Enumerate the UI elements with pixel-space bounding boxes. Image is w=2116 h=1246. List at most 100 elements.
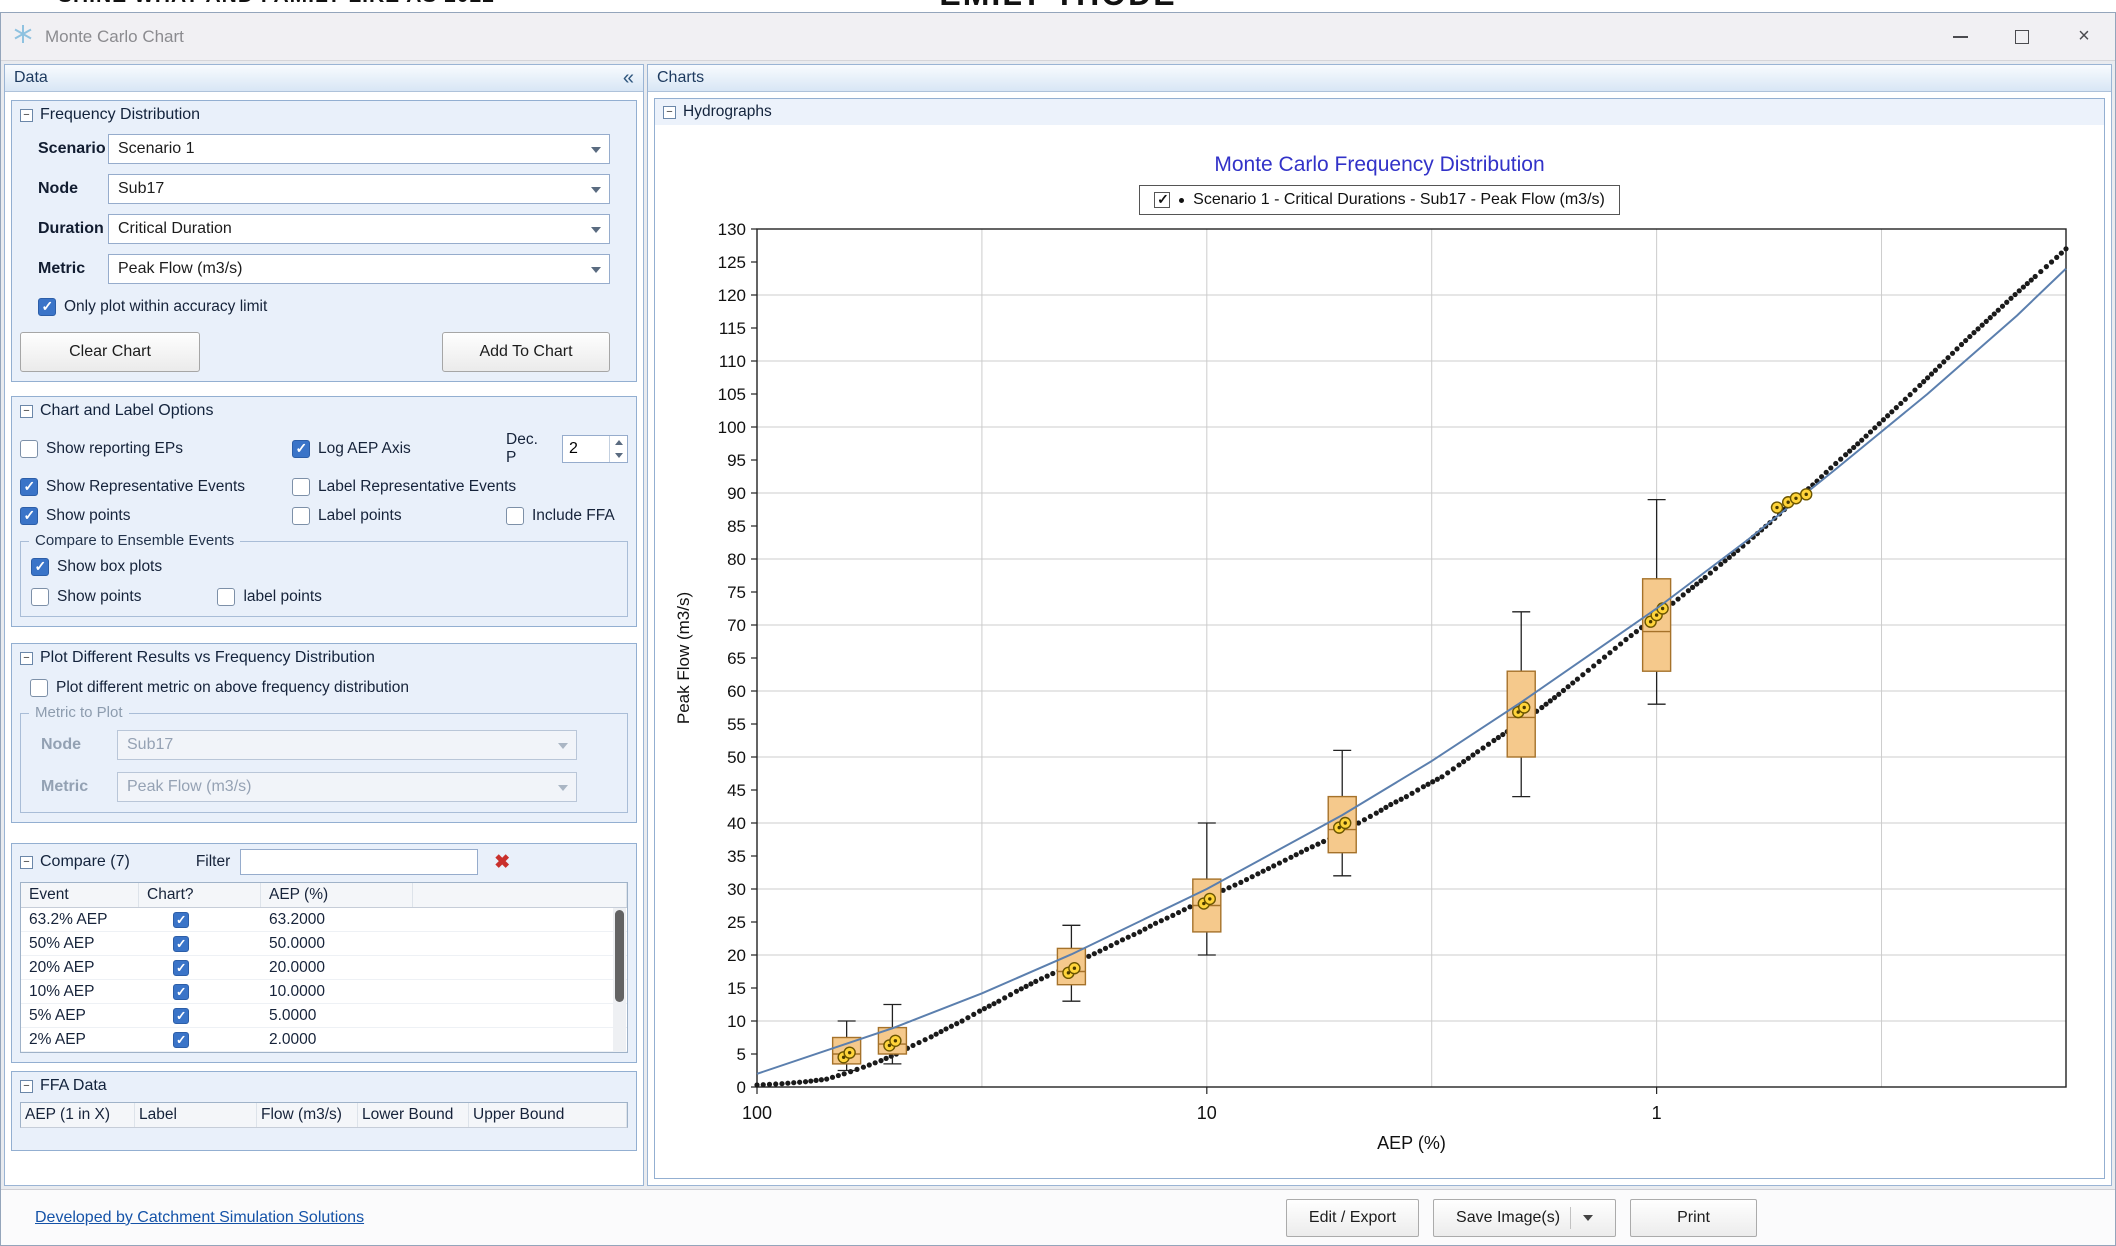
background-text-left: SHINE WHAT AND FAMILY LIKE AS 2022 — [58, 0, 495, 8]
metric-dropdown[interactable]: Peak Flow (m3/s) — [108, 254, 610, 284]
chart-row-checkbox[interactable] — [173, 1032, 189, 1048]
metric-to-plot-fieldset: Metric to Plot Node Sub17 Metric Peak Fl… — [20, 713, 628, 813]
data-panel-title: Data — [14, 69, 48, 87]
developer-link[interactable]: Developed by Catchment Simulation Soluti… — [35, 1209, 364, 1227]
close-button[interactable]: × — [2053, 13, 2115, 60]
show-box-plots-checkbox[interactable] — [31, 558, 49, 576]
duration-label: Duration — [20, 220, 108, 238]
background-text-center: EMILY THODE — [939, 0, 1176, 12]
node-dropdown[interactable]: Sub17 — [108, 174, 610, 204]
dec-p-stepper[interactable] — [562, 435, 628, 463]
print-button[interactable]: Print — [1630, 1199, 1757, 1237]
collapse-group-icon[interactable] — [663, 106, 676, 119]
show-reporting-eps-checkbox[interactable] — [20, 440, 38, 458]
chevron-down-icon — [1583, 1215, 1593, 1221]
svg-text:130: 130 — [718, 220, 746, 239]
table-row: 63.2% AEP 63.2000 — [21, 908, 627, 932]
scrollbar-thumb[interactable] — [615, 910, 624, 1002]
svg-text:95: 95 — [727, 451, 746, 470]
legend-checkbox[interactable] — [1154, 192, 1170, 208]
monte-carlo-chart-window: Monte Carlo Chart × Data « Frequency Dis… — [0, 12, 2116, 1246]
add-to-chart-button[interactable]: Add To Chart — [442, 332, 610, 372]
svg-text:50: 50 — [727, 748, 746, 767]
svg-text:Peak Flow (m3/s): Peak Flow (m3/s) — [674, 592, 693, 724]
svg-text:120: 120 — [718, 286, 746, 305]
ensemble-events-fieldset: Compare to Ensemble Events Show box plot… — [20, 541, 628, 617]
collapse-group-icon[interactable] — [20, 109, 33, 122]
svg-text:90: 90 — [727, 484, 746, 503]
svg-text:0: 0 — [737, 1078, 746, 1097]
svg-text:45: 45 — [727, 781, 746, 800]
svg-text:15: 15 — [727, 979, 746, 998]
chart-legend: Scenario 1 - Critical Durations - Sub17 … — [1139, 185, 1620, 215]
metric-to-plot-title: Metric to Plot — [29, 704, 129, 721]
svg-text:75: 75 — [727, 583, 746, 602]
group-title: Frequency Distribution — [40, 106, 200, 124]
group-title: Compare (7) — [40, 853, 130, 871]
svg-text:115: 115 — [719, 319, 746, 338]
ensemble-label-points-checkbox[interactable] — [217, 588, 235, 606]
svg-text:10: 10 — [727, 1012, 746, 1031]
plot-node-dropdown[interactable]: Sub17 — [117, 730, 577, 760]
collapse-group-icon[interactable] — [20, 652, 33, 665]
log-aep-axis-checkbox[interactable] — [292, 440, 310, 458]
clear-filter-icon[interactable]: ✖ — [494, 853, 510, 872]
dec-p-input[interactable] — [563, 436, 609, 462]
ffa-data-group: FFA Data AEP (1 in X) Label Flow (m3/s) … — [11, 1071, 637, 1151]
data-panel: Data « Frequency Distribution Scenario S… — [4, 64, 644, 1186]
accuracy-limit-checkbox[interactable] — [38, 298, 56, 316]
show-representative-events-checkbox[interactable] — [20, 478, 38, 496]
desktop-background: SHINE WHAT AND FAMILY LIKE AS 2022 EMILY… — [0, 0, 2116, 12]
chart-row-checkbox[interactable] — [173, 912, 189, 928]
svg-text:1: 1 — [1652, 1103, 1662, 1123]
compare-scrollbar[interactable] — [613, 908, 626, 1051]
plot-metric-dropdown[interactable]: Peak Flow (m3/s) — [117, 772, 577, 802]
table-row: 10% AEP 10.0000 — [21, 980, 627, 1004]
collapse-group-icon[interactable] — [20, 1080, 33, 1093]
group-title: Chart and Label Options — [40, 402, 213, 420]
svg-text:105: 105 — [718, 385, 746, 404]
collapse-panel-button[interactable]: « — [623, 68, 634, 88]
plot-different-results-group: Plot Different Results vs Frequency Dist… — [11, 643, 637, 823]
label-representative-events-checkbox[interactable] — [292, 478, 310, 496]
button-divider — [1570, 1207, 1571, 1229]
include-ffa-checkbox[interactable] — [506, 507, 524, 525]
collapse-group-icon[interactable] — [20, 405, 33, 418]
legend-label: Scenario 1 - Critical Durations - Sub17 … — [1193, 191, 1605, 209]
group-title: Hydrographs — [683, 103, 772, 121]
chart-label-options-group: Chart and Label Options Show reporting E… — [11, 396, 637, 627]
chart-row-checkbox[interactable] — [173, 1008, 189, 1024]
show-points-checkbox[interactable] — [20, 507, 38, 525]
chevron-down-icon — [591, 187, 601, 193]
duration-dropdown[interactable]: Critical Duration — [108, 214, 610, 244]
minimize-button[interactable] — [1929, 13, 1991, 60]
label-points-checkbox[interactable] — [292, 507, 310, 525]
group-title: FFA Data — [40, 1077, 107, 1095]
scenario-dropdown[interactable]: Scenario 1 — [108, 134, 610, 164]
save-images-button[interactable]: Save Image(s) — [1433, 1199, 1616, 1237]
chevron-down-icon — [591, 267, 601, 273]
svg-text:20: 20 — [727, 946, 746, 965]
ensemble-show-points-checkbox[interactable] — [31, 588, 49, 606]
svg-text:100: 100 — [718, 418, 746, 437]
maximize-button[interactable] — [1991, 13, 2053, 60]
filter-input[interactable] — [240, 849, 478, 875]
spin-up-button[interactable] — [610, 436, 627, 449]
chart-row-checkbox[interactable] — [173, 984, 189, 1000]
spin-down-button[interactable] — [610, 449, 627, 462]
chart-row-checkbox[interactable] — [173, 936, 189, 952]
chart-row-checkbox[interactable] — [173, 960, 189, 976]
table-row: 2% AEP 2.0000 — [21, 1028, 627, 1052]
clear-chart-button[interactable]: Clear Chart — [20, 332, 200, 372]
filter-label: Filter — [196, 853, 230, 871]
edit-export-button[interactable]: Edit / Export — [1286, 1199, 1419, 1237]
plot-different-metric-checkbox[interactable] — [30, 679, 48, 697]
group-title: Plot Different Results vs Frequency Dist… — [40, 649, 375, 667]
svg-text:100: 100 — [742, 1103, 772, 1123]
svg-text:30: 30 — [727, 880, 746, 899]
svg-text:35: 35 — [727, 847, 746, 866]
charts-panel-title: Charts — [657, 69, 704, 87]
collapse-group-icon[interactable] — [20, 856, 33, 869]
window-title: Monte Carlo Chart — [45, 27, 184, 47]
chevron-down-icon — [558, 743, 568, 749]
